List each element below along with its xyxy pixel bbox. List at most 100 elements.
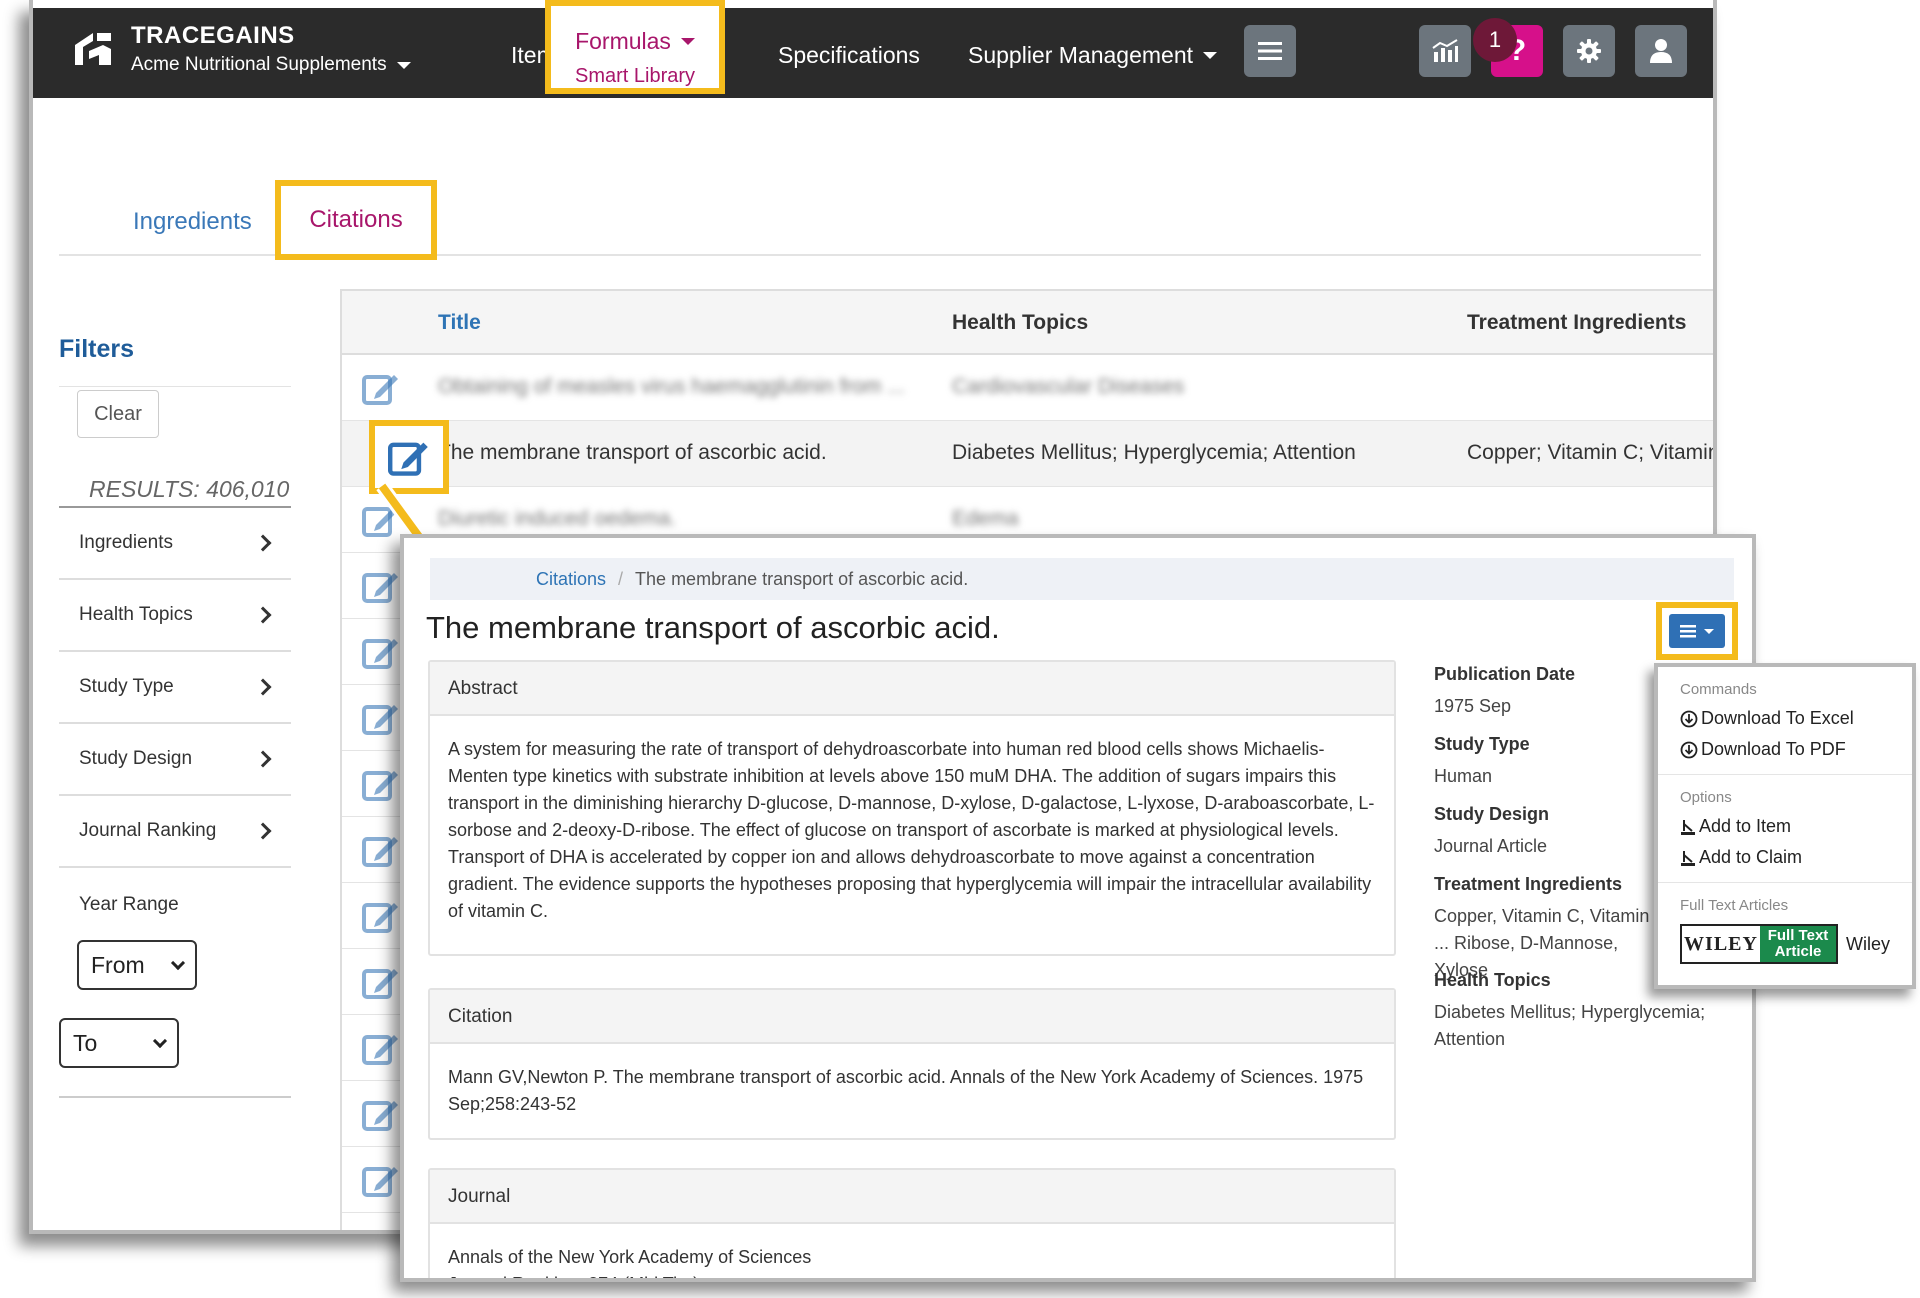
filter-ingredients[interactable]: Ingredients (59, 508, 291, 580)
add-to-claim-item[interactable]: Add to Claim (1658, 847, 1912, 868)
filter-label: Study Design (79, 748, 193, 769)
citation-title: The membrane transport of ascorbic acid. (426, 610, 1000, 645)
org-name: Acme Nutritional Supplements (131, 54, 387, 75)
edit-icon[interactable] (362, 899, 400, 933)
breadcrumb-current: The membrane transport of ascorbic acid. (635, 568, 969, 589)
journal-heading: Journal (430, 1170, 1394, 1224)
wiley-logo-wordmark: WILEY (1682, 926, 1760, 962)
dropdown-section-commands: Commands (1680, 681, 1757, 698)
table-header: Title Health Topics Treatment Ingredient… (342, 291, 1713, 355)
filter-label: Ingredients (79, 532, 174, 553)
hamburger-icon (1258, 42, 1282, 60)
edit-icon[interactable] (362, 1163, 400, 1197)
filter-study-type[interactable]: Study Type (59, 652, 291, 724)
filters-bottom-divider (59, 1096, 291, 1098)
filter-label: Health Topics (79, 604, 193, 625)
wiley-full-text-item[interactable]: WILEY Full Text Article Wiley (1658, 924, 1912, 964)
meta-label: Treatment Ingredients (1434, 874, 1623, 894)
caret-down-icon (680, 38, 695, 45)
gear-icon (1577, 39, 1601, 63)
row-health-topics: Diabetes Mellitus; Hyperglycemia; Attent… (952, 441, 1356, 464)
settings-button[interactable] (1563, 25, 1615, 77)
actions-menu-button[interactable] (1669, 614, 1725, 648)
year-to-select[interactable]: To (59, 1018, 179, 1068)
nav-supplier-management[interactable]: Supplier Management (968, 42, 1218, 69)
download-pdf-item[interactable]: Download To PDF (1658, 739, 1912, 760)
add-to-item-item[interactable]: Add to Item (1658, 816, 1912, 837)
abstract-text: A system for measuring the rate of trans… (448, 739, 1375, 921)
chevron-right-icon (254, 534, 272, 552)
tab-ingredients[interactable]: Ingredients (133, 208, 252, 236)
chart-icon (1432, 39, 1458, 62)
year-to-value: To (73, 1029, 98, 1056)
download-excel-item[interactable]: Download To Excel (1658, 708, 1912, 729)
citation-panel: Citation Mann GV,Newton P. The membrane … (428, 988, 1396, 1140)
abstract-heading: Abstract (430, 662, 1394, 716)
citation-detail-window: Citations / The membrane transport of as… (400, 534, 1756, 1282)
filter-health-topics[interactable]: Health Topics (59, 580, 291, 652)
table-row-selected[interactable]: The membrane transport of ascorbic acid.… (342, 421, 1717, 487)
actions-menu-highlight (1656, 602, 1738, 660)
download-icon (1680, 710, 1698, 727)
journal-panel: Journal Annals of the New York Academy o… (428, 1168, 1396, 1278)
results-count: RESULTS: 406,010 (89, 476, 290, 502)
dropdown-divider (1658, 882, 1912, 883)
chevron-right-icon (254, 606, 272, 624)
edit-icon[interactable] (362, 371, 400, 405)
chevron-right-icon (254, 822, 272, 840)
clear-filters-button[interactable]: Clear (77, 390, 159, 438)
user-profile-button[interactable] (1635, 25, 1687, 77)
wiley-full-text-badge: Full Text Article (1760, 926, 1836, 962)
filter-label: Study Type (79, 676, 174, 697)
org-selector[interactable]: Acme Nutritional Supplements (131, 54, 411, 76)
year-from-value: From (91, 951, 145, 978)
meta-value: Diabetes Mellitus; Hyperglycemia; Attent… (1434, 1002, 1706, 1049)
citation-heading: Citation (430, 990, 1394, 1044)
nav-supplier-management-label: Supplier Management (968, 42, 1194, 68)
year-from-select[interactable]: From (77, 940, 197, 990)
chevron-right-icon (254, 678, 272, 696)
edit-icon[interactable] (362, 833, 400, 867)
add-to-item-label: Add to Item (1699, 816, 1792, 836)
filter-study-design[interactable]: Study Design (59, 724, 291, 796)
nav-specifications-label: Specifications (778, 42, 920, 68)
edit-icon[interactable] (362, 1031, 400, 1065)
dropdown-section-options: Options (1680, 789, 1732, 806)
chevron-down-icon (152, 1033, 168, 1048)
add-to-icon (1681, 819, 1695, 835)
row-treatment: Copper; Vitamin C; Vitamin (1467, 441, 1717, 464)
chevron-right-icon (254, 750, 272, 768)
edit-icon[interactable] (362, 767, 400, 801)
add-to-claim-label: Add to Claim (1699, 847, 1803, 867)
brand[interactable]: TRACEGAINS Acme Nutritional Supplements (69, 22, 411, 76)
brand-name: TRACEGAINS (131, 22, 295, 49)
edit-icon (388, 442, 428, 476)
wiley-label: Wiley (1846, 933, 1890, 954)
tracegains-logo-icon (75, 33, 111, 65)
col-health-topics-header: Health Topics (952, 311, 1089, 334)
filter-label: Journal Ranking (79, 820, 217, 841)
nav-specifications[interactable]: Specifications (778, 42, 920, 69)
journal-ranking: Journal Ranking: 274 (Mid Tier) (448, 1271, 1376, 1278)
wiley-logo: WILEY Full Text Article (1680, 924, 1838, 964)
notification-badge[interactable]: 1 (1473, 18, 1517, 62)
list-icon (1680, 625, 1696, 638)
table-row[interactable]: Obtaining of measles virus haemagglutini… (342, 355, 1713, 421)
filters-title: Filters (59, 335, 135, 363)
edit-icon[interactable] (362, 965, 400, 999)
nav-formulas[interactable]: Formulas Smart Library (545, 0, 725, 94)
edit-icon[interactable] (362, 701, 400, 735)
analytics-button[interactable] (1419, 25, 1471, 77)
filter-journal-ranking[interactable]: Journal Ranking (59, 796, 291, 868)
col-title-header[interactable]: Title (438, 311, 481, 335)
hamburger-menu-button[interactable] (1244, 25, 1296, 77)
tab-citations[interactable]: Citations (275, 180, 437, 260)
citation-text: Mann GV,Newton P. The membrane transport… (448, 1067, 1364, 1114)
caret-down-icon (1203, 52, 1218, 59)
nav-smart-library-label: Smart Library (574, 65, 696, 87)
breadcrumb-citations-link[interactable]: Citations (536, 569, 606, 590)
actions-dropdown-menu: Commands Download To Excel Download To P… (1654, 663, 1916, 989)
row-health-topics: Cardiovascular Diseases (952, 375, 1185, 398)
edit-icon[interactable] (362, 1097, 400, 1131)
dropdown-divider (1658, 774, 1912, 775)
